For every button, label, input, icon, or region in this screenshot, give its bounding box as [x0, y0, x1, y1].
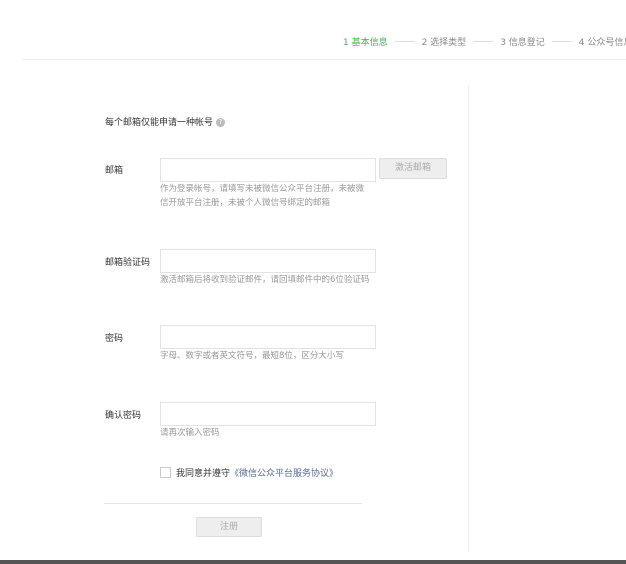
email-label: 邮箱 — [105, 166, 124, 176]
agreement-row: 我同意并遵守 《微信公众平台服务协议》 — [160, 466, 338, 479]
code-hint: 激活邮箱后将收到验证邮件，请回填邮件中的6位验证码 — [160, 275, 370, 285]
column-divider — [468, 85, 469, 552]
step-account-info: 4 公众号信息 — [578, 38, 626, 48]
register-button[interactable]: 注册 — [196, 517, 262, 537]
header-divider — [22, 59, 626, 60]
agree-checkbox[interactable] — [160, 467, 171, 478]
verification-code-input[interactable] — [160, 249, 376, 273]
service-agreement-link[interactable]: 《微信公众平台服务协议》 — [230, 466, 338, 479]
confirm-password-label: 确认密码 — [105, 411, 142, 421]
step-info-registration: 3 信息登记 — [500, 38, 545, 48]
password-label: 密码 — [105, 334, 124, 344]
confirm-password-input[interactable] — [160, 402, 376, 426]
password-input[interactable] — [160, 325, 376, 349]
step-divider — [473, 41, 494, 42]
question-circle-icon[interactable]: ? — [216, 118, 226, 127]
email-input[interactable] — [160, 158, 376, 182]
activate-email-button[interactable]: 激活邮箱 — [379, 158, 447, 179]
step-divider — [394, 41, 415, 42]
notice: 每个邮箱仅能申请一种帐号? — [105, 115, 226, 128]
confirm-password-hint: 请再次输入密码 — [160, 428, 220, 438]
form-divider — [104, 503, 362, 504]
bottom-bar — [0, 560, 626, 564]
step-divider — [551, 41, 572, 42]
agree-text: 我同意并遵守 — [176, 469, 231, 479]
email-hint: 作为登录帐号，请填写未被微信公众平台注册，未被微信开放平台注册，未被个人微信号绑… — [160, 184, 365, 208]
notice-text: 每个邮箱仅能申请一种帐号 — [105, 118, 214, 128]
step-basic-info: 1 基本信息 — [343, 38, 388, 48]
step-indicator: 1 基本信息 2 选择类型 3 信息登记 4 公众号信息 — [343, 35, 626, 48]
password-hint: 字母、数字或者英文符号，最短8位，区分大小写 — [160, 351, 344, 361]
step-select-type: 2 选择类型 — [421, 38, 467, 48]
code-label: 邮箱验证码 — [105, 258, 151, 268]
